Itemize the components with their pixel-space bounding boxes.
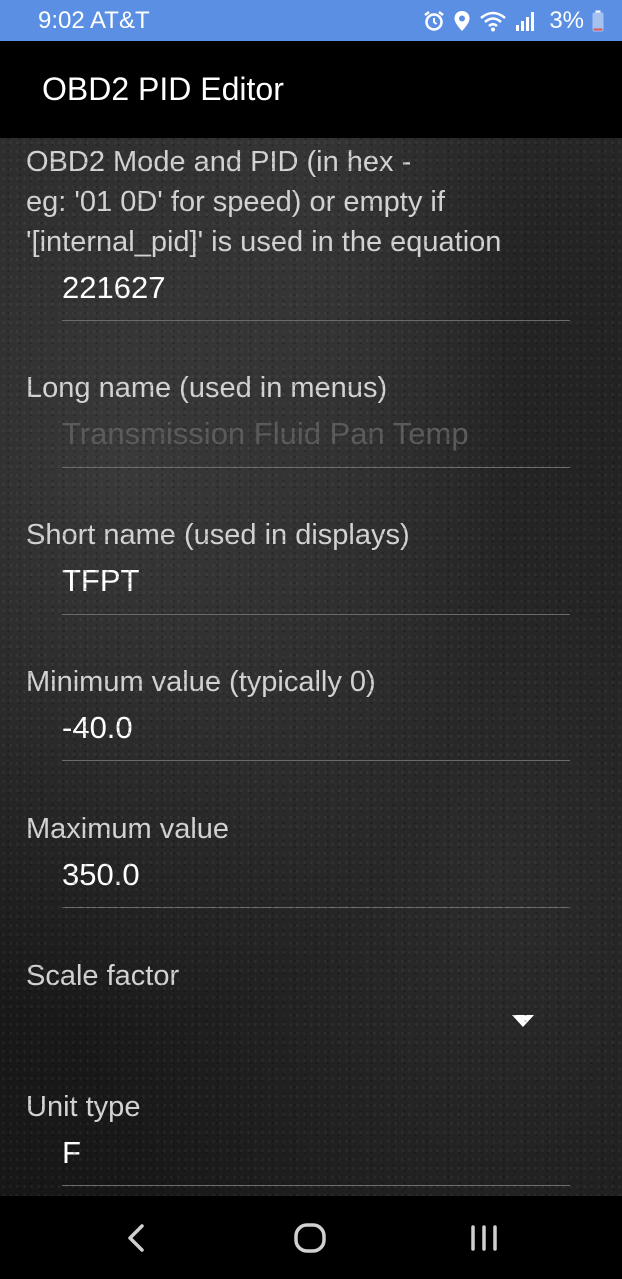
min-value-underline <box>62 760 570 761</box>
mode-pid-label-line-3: '[internal_pid]' is used in the equation <box>26 226 502 258</box>
status-left: 9:02 AT&T <box>38 7 150 35</box>
dropdown-arrow-icon[interactable] <box>512 1015 534 1027</box>
signal-icon <box>515 11 537 31</box>
min-value-label: Minimum value (typically 0) <box>26 666 376 698</box>
recents-icon[interactable] <box>464 1218 504 1263</box>
navigation-bar <box>0 1196 622 1279</box>
short-name-input[interactable]: TFPT <box>62 561 570 601</box>
pid-editor-form: OBD2 Mode and PID (in hex - eg: '01 0D' … <box>0 138 622 1196</box>
unit-type-underline <box>62 1185 570 1186</box>
wifi-icon <box>479 10 507 32</box>
status-icons: 3% <box>423 7 604 35</box>
min-value-input[interactable]: -40.0 <box>62 708 570 748</box>
battery-icon <box>592 10 604 32</box>
long-name-label: Long name (used in menus) <box>26 372 388 404</box>
status-bar: 9:02 AT&T 3% <box>0 0 622 41</box>
alarm-icon <box>423 10 445 32</box>
mode-pid-label: OBD2 Mode and PID (in hex - eg: '01 0D' … <box>26 142 596 262</box>
battery-percent: 3% <box>549 6 584 34</box>
home-icon[interactable] <box>290 1218 330 1263</box>
short-name-underline <box>62 614 570 615</box>
unit-type-label: Unit type <box>26 1091 141 1123</box>
max-value-underline <box>62 907 570 908</box>
max-value-label: Maximum value <box>26 813 230 845</box>
status-time-carrier: 9:02 AT&T <box>38 6 150 34</box>
long-name-underline <box>62 467 570 468</box>
mode-pid-underline <box>62 320 570 321</box>
scale-factor-label: Scale factor <box>26 960 180 992</box>
page-title: OBD2 PID Editor <box>42 71 284 107</box>
back-icon[interactable] <box>118 1218 154 1263</box>
mode-pid-label-line-2: eg: '01 0D' for speed) or empty if <box>26 186 445 218</box>
short-name-label: Short name (used in displays) <box>26 519 410 551</box>
location-icon <box>453 10 471 32</box>
mode-pid-input[interactable]: 221627 <box>62 268 570 308</box>
max-value-input[interactable]: 350.0 <box>62 855 570 895</box>
scale-factor-dropdown[interactable] <box>26 998 570 1048</box>
app-bar: OBD2 PID Editor <box>0 41 622 138</box>
mode-pid-label-line-1: OBD2 Mode and PID (in hex - <box>26 146 412 178</box>
long-name-input[interactable]: Transmission Fluid Pan Temp <box>62 414 570 454</box>
unit-type-input[interactable]: F <box>62 1133 570 1173</box>
